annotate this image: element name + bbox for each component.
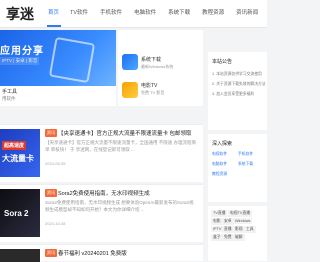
- thumb-label: 超高速度: [2, 141, 27, 150]
- category-tag[interactable]: 资讯: [45, 189, 57, 197]
- thumb-main: 大流量卡: [2, 154, 34, 163]
- tag-chip[interactable]: 破解: [233, 234, 245, 241]
- article-excerpt: Sora2免费使用指南，无水印视频生成 想要体验OpenAI最新发布的Sora2…: [45, 200, 194, 212]
- article-thumbnail[interactable]: 超高速度 大流量卡: [0, 129, 40, 177]
- nav-active-indicator: [47, 25, 61, 27]
- hero-caption-bar: [0, 86, 116, 106]
- article-excerpt: 【央享速通卡】官方正规大流量不限速流量卡，全国通用 不限速 办理流程简单 审核快…: [45, 140, 196, 152]
- nav-item-pc[interactable]: 电脑软件: [134, 8, 156, 16]
- tile-sub-system: 最新Windows系统: [141, 64, 174, 69]
- article-title[interactable]: 【央享速通卡】官方正规大流量不限速流量卡 包邮领取: [58, 129, 192, 137]
- article-title[interactable]: 春节福利 v20240201 免费版: [58, 249, 127, 257]
- nav-item-tv[interactable]: TV软件: [70, 8, 88, 16]
- hero-caption: 手工具: [2, 89, 18, 95]
- tag-chip[interactable]: 电影: [211, 218, 223, 225]
- hot-link[interactable]: 电脑软件: [212, 162, 227, 167]
- tag-chip[interactable]: 盒子: [211, 234, 223, 241]
- windows-icon[interactable]: [122, 54, 138, 70]
- tag-chip[interactable]: Windows: [233, 218, 253, 224]
- tile-label-system[interactable]: 系统下载: [141, 56, 161, 63]
- article-card[interactable]: 资讯 春节福利 v20240201 免费版: [0, 244, 203, 262]
- article-card[interactable]: 超高速度 大流量卡 资讯 【央享速通卡】官方正规大流量不限速流量卡 包邮领取 【…: [0, 124, 203, 182]
- nav-item-tutorial[interactable]: 教程资源: [202, 8, 224, 16]
- top-navbar: 享迷 首页 TV软件 手机软件 电脑软件 系统下载 教程资源 资讯新闻: [0, 0, 267, 28]
- hero-caption-sub: 用软件: [2, 96, 16, 101]
- notice-line[interactable]: 3. 加入会员享受更多福利: [212, 92, 254, 97]
- thumb-main: Sora 2: [4, 209, 29, 218]
- nav-item-system[interactable]: 系统下载: [168, 8, 190, 16]
- tv-app-icon[interactable]: [122, 82, 138, 98]
- tag-chip[interactable]: TV直播: [211, 210, 228, 217]
- tag-chip[interactable]: 免费: [222, 234, 234, 241]
- tile-sub-tv: 免费 TV 影音: [141, 90, 165, 95]
- notice-panel: 本站公告 1. 本站资源仅供学习交流使用 2. 关于资源下载失效的解决方法 3.…: [208, 52, 267, 130]
- tag-chip[interactable]: 安卓: [222, 218, 234, 225]
- article-date: 2024-05-05: [45, 161, 66, 166]
- notice-line[interactable]: 1. 本站资源仅供学习交流使用: [212, 72, 262, 77]
- hot-link[interactable]: 电视软件: [212, 152, 227, 157]
- tag-chip[interactable]: 工具: [244, 226, 256, 233]
- hot-link[interactable]: 手机软件: [238, 152, 253, 157]
- tags-panel: TV直播 电视TV直播 电影 安卓 Windows IPTV 直播 影视 工具 …: [208, 206, 267, 261]
- hero-banner[interactable]: 应用分享 IPTV | 安卓 | 影音 手工具 用软件: [0, 30, 116, 106]
- article-title[interactable]: Sora2免费使用指南，无水印视频生成: [58, 189, 150, 197]
- tile-label-tv[interactable]: 电影TV: [141, 82, 157, 89]
- hot-panel: 深入探索 电视软件 手机软件 电脑软件 系统下载 教程资源: [208, 134, 267, 202]
- article-thumbnail[interactable]: [0, 249, 40, 262]
- hero-title: 应用分享: [0, 46, 44, 57]
- nav-item-home[interactable]: 首页: [48, 8, 59, 16]
- article-thumbnail[interactable]: Sora 2: [0, 189, 40, 237]
- hot-link[interactable]: 教程资源: [212, 172, 227, 177]
- main-content: 应用分享 IPTV | 安卓 | 影音 手工具 用软件 电影TV 免费 TV 影…: [0, 30, 203, 262]
- tag-chip[interactable]: 电视TV直播: [228, 210, 253, 217]
- nav-item-news[interactable]: 资讯新闻: [236, 8, 258, 16]
- article-card[interactable]: Sora 2 资讯 Sora2免费使用指南，无水印视频生成 Sora2免费使用指…: [0, 184, 203, 242]
- notice-line[interactable]: 2. 关于资源下载失效的解决方法: [212, 82, 266, 87]
- nav-item-mobile[interactable]: 手机软件: [100, 8, 122, 16]
- category-tag[interactable]: 资讯: [45, 249, 57, 257]
- tag-chip[interactable]: 影视: [233, 226, 245, 233]
- hero-subtitle: IPTV | 安卓 | 影音: [0, 57, 40, 65]
- sidebar: 本站公告 1. 本站资源仅供学习交流使用 2. 关于资源下载失效的解决方法 3.…: [208, 30, 267, 261]
- hero-decoration: [48, 36, 96, 84]
- notice-title: 本站公告: [212, 59, 233, 65]
- site-logo[interactable]: 享迷: [6, 4, 34, 24]
- feature-tiles: 电影TV 免费 TV 影音 系统下载 最新Windows系统: [118, 30, 203, 106]
- hot-title: 深入探索: [212, 141, 233, 147]
- article-date: 2024-10-08: [45, 221, 66, 226]
- category-tag[interactable]: 资讯: [45, 129, 57, 137]
- tag-chip[interactable]: 直播: [222, 226, 234, 233]
- hot-link[interactable]: 系统下载: [238, 162, 253, 167]
- main-nav: 首页 TV软件 手机软件 电脑软件 系统下载 教程资源 资讯新闻: [38, 8, 258, 16]
